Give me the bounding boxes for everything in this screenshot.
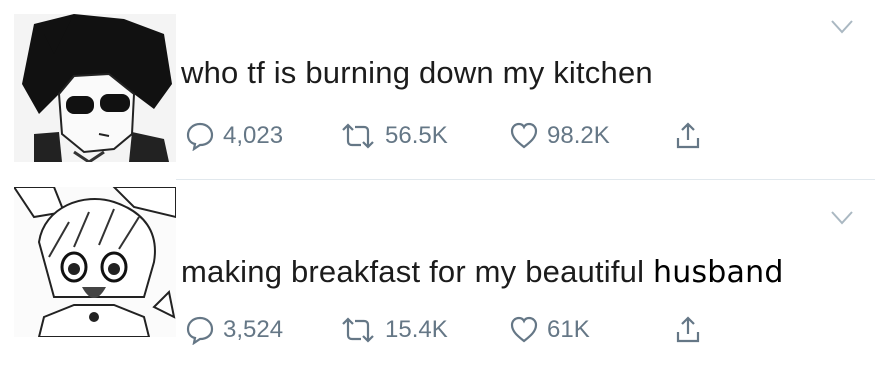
speech-bubble-icon [186,122,214,151]
like-button[interactable]: 98.2K [509,118,610,154]
avatar-dark-haired-character [14,14,176,162]
retweet-count: 15.4K [385,316,448,343]
tweet-text: who tf is burning down my kitchen [181,55,653,91]
tweet-text-content: who tf is burning down my kitchen [181,55,653,90]
share-button[interactable] [673,118,711,154]
divider [176,179,875,180]
tweet-actions: 4,023 56.5K 98.2K [185,118,745,154]
retweet-count: 56.5K [385,122,448,149]
share-upload-icon [676,122,700,149]
chevron-down-icon[interactable] [831,20,853,34]
reply-button[interactable]: 3,524 [185,312,283,348]
avatar[interactable] [14,187,176,337]
tweet-actions: 3,524 15.4K 61K [185,312,745,348]
tweet[interactable]: who tf is burning down my kitchen 4,023 … [0,0,887,180]
avatar-blonde-character [14,187,176,337]
retweet-button[interactable]: 15.4K [339,312,448,348]
chevron-down-icon[interactable] [831,211,853,225]
heart-icon [510,122,538,149]
share-button[interactable] [673,312,711,348]
like-button[interactable]: 61K [509,312,590,348]
heart-icon [510,316,538,343]
tweet[interactable]: making breakfast for my beautiful husban… [0,181,887,369]
reply-button[interactable]: 4,023 [185,118,283,154]
retweet-arrows-icon [342,123,374,149]
avatar[interactable] [14,14,176,162]
reply-count: 3,524 [223,316,284,343]
retweet-arrows-icon [342,317,374,343]
like-count: 61K [547,316,590,343]
tweet-text-content: making breakfast for my beautiful [181,254,654,289]
tweet-edited-word: husband [653,255,784,290]
tweet-text: making breakfast for my beautiful husban… [181,254,784,290]
reply-count: 4,023 [223,122,284,149]
share-upload-icon [676,316,700,343]
like-count: 98.2K [547,122,610,149]
retweet-button[interactable]: 56.5K [339,118,448,154]
speech-bubble-icon [186,316,214,345]
